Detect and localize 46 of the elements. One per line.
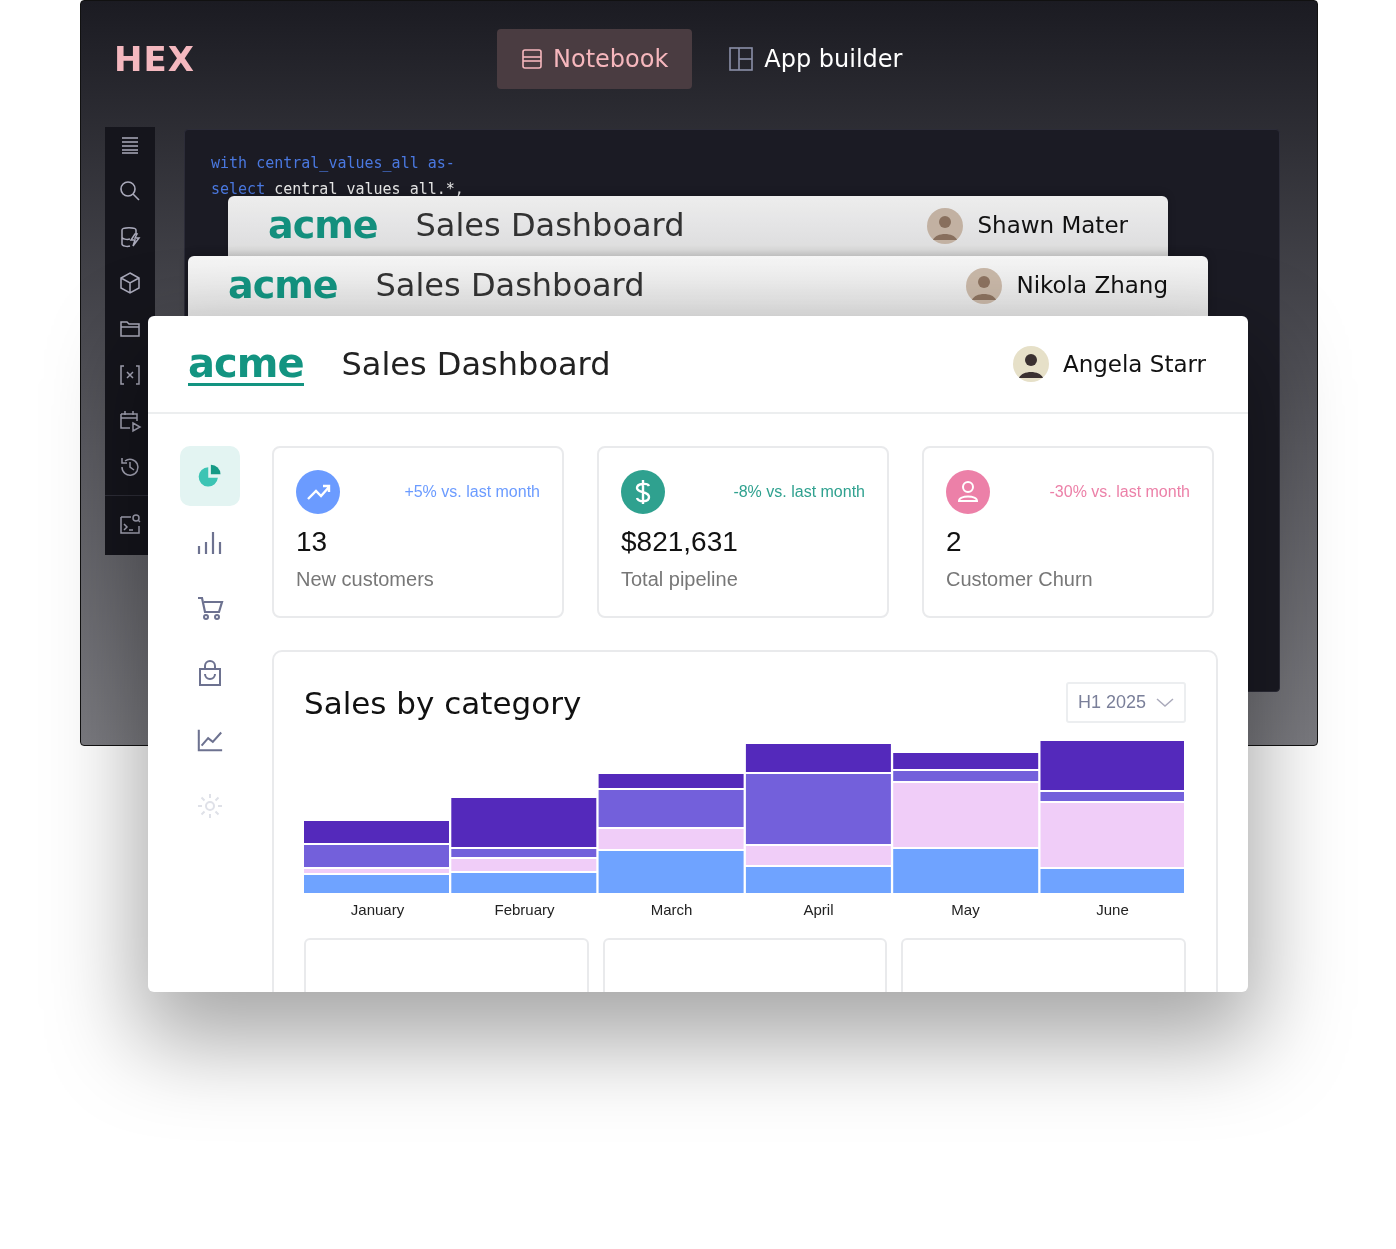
avatar-icon xyxy=(1012,346,1049,382)
stat-label: Customer Churn xyxy=(946,568,1094,591)
dashboard-title: Sales Dashboard xyxy=(415,205,685,246)
user-name: Angela Starr xyxy=(1062,351,1206,377)
dashboard-title: Sales Dashboard xyxy=(341,345,611,383)
calendar-play-icon[interactable] xyxy=(118,409,142,433)
code-line: select central_values_all.*, xyxy=(211,179,465,200)
database-bolt-icon[interactable] xyxy=(118,225,142,249)
cart-icon xyxy=(196,594,224,622)
terminal-search-icon[interactable] xyxy=(118,512,142,536)
change-text: -30% vs. last month xyxy=(1049,483,1190,501)
month-label: February xyxy=(493,901,556,918)
avatar-icon xyxy=(966,268,1003,304)
logo: HEX xyxy=(114,39,196,79)
stat-value: $821,631 xyxy=(621,526,739,558)
variable-icon[interactable] xyxy=(118,363,142,387)
logo: acme xyxy=(188,342,304,386)
cube-icon[interactable] xyxy=(118,271,142,295)
dashboard-title: Sales Dashboard xyxy=(375,265,645,306)
month-label: March xyxy=(649,901,694,918)
avatar-icon xyxy=(927,208,964,244)
change-text: +5% vs. last month xyxy=(404,483,540,501)
bag-icon xyxy=(196,660,224,688)
layout-icon xyxy=(728,46,755,72)
logo: acme xyxy=(228,264,338,306)
stat-value: 13 xyxy=(296,526,329,558)
tab[interactable]: App builder xyxy=(704,29,927,89)
logo: acme xyxy=(268,204,378,246)
history-icon[interactable] xyxy=(118,455,142,479)
search-icon[interactable] xyxy=(118,179,142,203)
user-name: Nikola Zhang xyxy=(1016,271,1168,300)
period-dropdown[interactable]: H1 2025 xyxy=(1065,682,1186,723)
stat-label: Total pipeline xyxy=(621,568,739,591)
user-name: Shawn Mater xyxy=(977,211,1128,240)
chart-title: Sales by category xyxy=(304,684,582,721)
month-label: May xyxy=(950,901,981,918)
code-line: with central_values_all as- xyxy=(211,153,456,174)
change-text: -8% vs. last month xyxy=(733,483,865,501)
cell-stack-icon xyxy=(521,48,543,70)
month-label: January xyxy=(349,901,406,918)
tab[interactable]: Notebook xyxy=(497,29,693,89)
chevron-down-icon xyxy=(1156,697,1174,708)
stat-value: 2 xyxy=(946,526,963,558)
month-label: April xyxy=(802,901,835,918)
stat-label: New customers xyxy=(296,568,435,591)
month-label: June xyxy=(1095,901,1130,918)
